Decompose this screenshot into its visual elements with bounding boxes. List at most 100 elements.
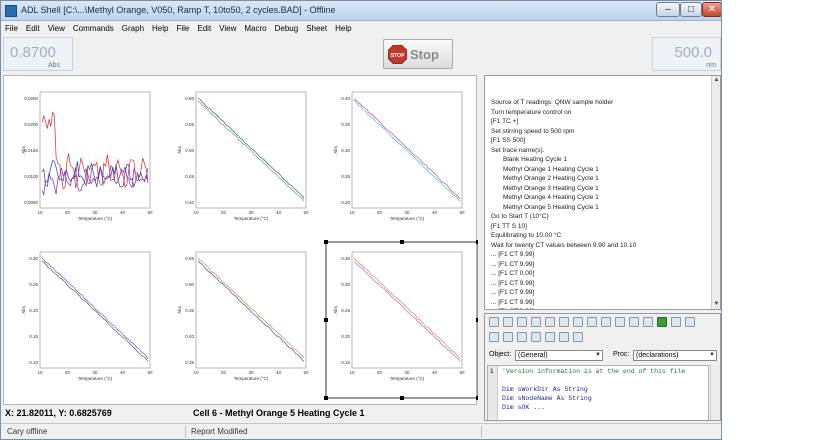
resize-handle[interactable] xyxy=(476,318,478,322)
wavelength-readout: 500.0 nm xyxy=(652,37,721,71)
y-tick-label: 0.45 xyxy=(185,174,194,179)
copy-icon[interactable] xyxy=(573,317,583,327)
status-bar: Cary offline Report Modified xyxy=(1,423,721,439)
menu-view-2[interactable]: View xyxy=(219,24,236,33)
close-button[interactable]: ✕ xyxy=(702,2,721,17)
scroll-up-icon[interactable]: ▲ xyxy=(713,76,720,85)
proc-label: Proc: xyxy=(613,351,630,358)
plots-canvas[interactable]: 0.0250 0.0200 0.0150 0.0100 0.0050 10 20 30 40 50… xyxy=(4,76,478,406)
new-macro-icon[interactable] xyxy=(489,317,499,327)
y-tick-label: 0.0100 xyxy=(24,174,38,179)
log-line: ... [F1 CT 9.99] xyxy=(491,260,535,268)
call-stack-icon[interactable] xyxy=(559,332,569,342)
redo-icon[interactable] xyxy=(629,317,639,327)
plot-panel[interactable]: 0.0250 0.0200 0.0150 0.0100 0.0050 10 20 30 40 50… xyxy=(21,91,153,221)
open-macro-icon[interactable] xyxy=(503,317,513,327)
breakpoint-icon[interactable] xyxy=(489,332,499,342)
resize-handle[interactable] xyxy=(324,240,328,244)
menu-view[interactable]: View xyxy=(48,24,65,33)
resize-handle[interactable] xyxy=(324,396,328,400)
step-out-icon[interactable] xyxy=(545,332,555,342)
find-icon[interactable] xyxy=(545,317,555,327)
title-bar[interactable]: ADL Shell [C:\...\Methyl Orange, V050, R… xyxy=(1,1,721,21)
y-tick-label: 0.30 xyxy=(341,148,350,153)
stop-button[interactable]: STOP Stop xyxy=(383,39,453,69)
menu-edit-2[interactable]: Edit xyxy=(197,24,211,33)
resize-handle[interactable] xyxy=(476,240,478,244)
log-line: ... [F1 CT 9.99] xyxy=(491,307,709,309)
bookmark-icon[interactable] xyxy=(573,332,583,342)
x-tick-label: 40 xyxy=(276,370,282,375)
minimize-button[interactable]: – xyxy=(656,2,680,17)
menu-help-2[interactable]: Help xyxy=(335,24,351,33)
pause-icon[interactable] xyxy=(671,317,681,327)
editor-scrollbar[interactable] xyxy=(710,365,720,420)
x-tick-label: 20 xyxy=(221,370,227,375)
y-axis-label: Abs xyxy=(21,305,26,314)
maximize-button[interactable]: □ xyxy=(680,2,702,17)
step-over-icon[interactable] xyxy=(531,332,541,342)
resize-handle[interactable] xyxy=(476,396,478,400)
y-tick-label: 0.30 xyxy=(341,282,350,287)
report-log-lines: Source of T readings: QNW sample holder T… xyxy=(491,98,709,309)
plot-panel[interactable]: 0.40 0.35 0.30 0.25 0.20 10 20 30 40 50 Temperatur… xyxy=(333,91,465,221)
y-tick-label: 0.0250 xyxy=(24,96,38,101)
plot-panel[interactable]: 0.35 0.30 0.25 0.20 0.15 10 20 30 40 50 Temperatur… xyxy=(324,240,478,400)
x-tick-label: 20 xyxy=(377,370,383,375)
plot-area[interactable]: 0.0250 0.0200 0.0150 0.0100 0.0050 10 20 30 40 50… xyxy=(3,75,478,406)
plot-panel[interactable]: 0.55 0.50 0.45 0.40 0.35 10 20 30 40 50 Temperatur… xyxy=(177,251,309,381)
y-tick-label: 0.0050 xyxy=(24,200,38,205)
paste-icon[interactable] xyxy=(587,317,597,327)
x-tick-label: 10 xyxy=(349,370,355,375)
stop-sign-text: STOP xyxy=(390,53,405,59)
save-macro-icon[interactable] xyxy=(517,317,527,327)
plot-panel[interactable]: 0.30 0.25 0.20 0.15 0.10 10 20 30 40 50 Temperatur… xyxy=(21,251,153,381)
minimize-icon: – xyxy=(665,4,671,15)
y-tick-label: 0.25 xyxy=(341,174,350,179)
resize-handle[interactable] xyxy=(400,240,404,244)
log-line: Methyl Orange 1 Heating Cycle 1 xyxy=(503,165,599,173)
cut-icon[interactable] xyxy=(559,317,569,327)
scroll-down-icon[interactable]: ▼ xyxy=(713,300,720,309)
y-tick-label: 0.60 xyxy=(185,96,194,101)
proc-select[interactable]: (declarations) ▼ xyxy=(633,350,717,361)
delete-icon[interactable] xyxy=(601,317,611,327)
object-select[interactable]: (General) ▼ xyxy=(515,350,603,361)
resize-handle[interactable] xyxy=(324,318,328,322)
resize-handle[interactable] xyxy=(400,396,404,400)
menu-macro[interactable]: Macro xyxy=(244,24,266,33)
menu-sheet[interactable]: Sheet xyxy=(306,24,327,33)
x-tick-label: 30 xyxy=(404,210,410,215)
build-icon[interactable] xyxy=(643,317,653,327)
plot-axes-frame xyxy=(39,251,151,369)
adl-shell-icon[interactable] xyxy=(5,5,17,17)
run-icon[interactable] xyxy=(657,317,667,327)
y-tick-label: 0.25 xyxy=(341,308,350,313)
watch-icon[interactable] xyxy=(503,332,513,342)
menu-help[interactable]: Help xyxy=(152,24,168,33)
log-scrollbar[interactable]: ▲ ▼ xyxy=(711,76,720,309)
y-tick-label: 0.15 xyxy=(29,334,38,339)
x-tick-label: 20 xyxy=(377,210,383,215)
stop-macro-icon[interactable] xyxy=(685,317,695,327)
menu-file-2[interactable]: File xyxy=(176,24,189,33)
menu-debug[interactable]: Debug xyxy=(275,24,299,33)
log-line: [F1 TT S 10] xyxy=(491,222,527,230)
code-line-4: Dim sNodeName As String xyxy=(502,395,592,402)
log-line: [F1 TC +] xyxy=(491,118,519,125)
plot-panel[interactable]: 0.60 0.55 0.50 0.45 0.40 10 20 30 40 50 Temperatur… xyxy=(177,91,309,221)
code-line-3: Dim sWorkDir As String xyxy=(502,386,588,393)
step-into-icon[interactable] xyxy=(517,332,527,342)
status-separator xyxy=(185,426,186,438)
log-line: ... [F1 CT 9.99] xyxy=(491,298,535,306)
x-tick-label: 10 xyxy=(193,210,199,215)
stop-sign-icon: STOP xyxy=(388,45,407,64)
print-icon[interactable] xyxy=(531,317,541,327)
menu-commands[interactable]: Commands xyxy=(73,24,114,33)
menu-edit[interactable]: Edit xyxy=(26,24,40,33)
undo-icon[interactable] xyxy=(615,317,625,327)
code-editor[interactable]: 1 'Version information is at the end of … xyxy=(487,365,709,420)
report-log-panel[interactable]: Source of T readings: QNW sample holder T… xyxy=(484,75,721,310)
menu-graph[interactable]: Graph xyxy=(122,24,144,33)
menu-file[interactable]: File xyxy=(5,24,18,33)
